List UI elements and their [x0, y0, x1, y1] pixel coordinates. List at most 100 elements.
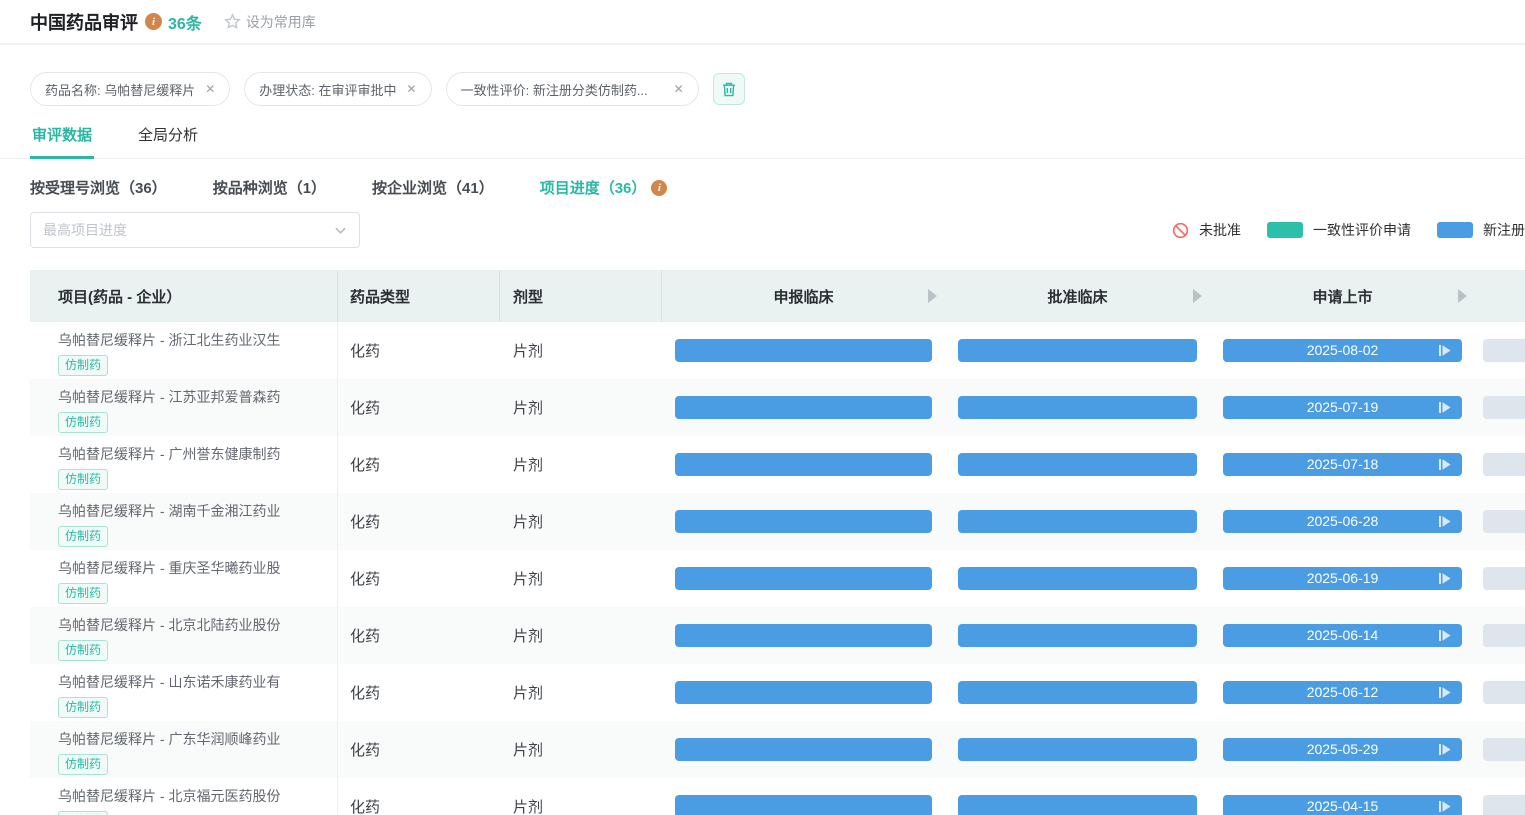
- step-forward-icon[interactable]: [1438, 685, 1452, 700]
- project-name[interactable]: 乌帕替尼缓释片 - 广东华润顺峰药业: [58, 729, 337, 749]
- title-info-icon[interactable]: i: [145, 13, 162, 30]
- clinical-approved-bar[interactable]: [958, 510, 1197, 533]
- next-stage-cell: [1475, 550, 1525, 607]
- market-apply-bar[interactable]: 2025-06-28: [1223, 510, 1462, 533]
- clinical-approved-bar[interactable]: [958, 396, 1197, 419]
- close-icon[interactable]: ✕: [407, 82, 417, 96]
- market-apply-date: 2025-06-28: [1307, 513, 1379, 529]
- clinical-approved-bar[interactable]: [958, 624, 1197, 647]
- step-forward-icon[interactable]: [1438, 742, 1452, 757]
- toolbar: 最高项目进度 未批准 一致性评价申请 新注册: [0, 212, 1525, 248]
- clinical-approved-bar[interactable]: [958, 738, 1197, 761]
- clinical-submit-bar[interactable]: [675, 738, 932, 761]
- step-forward-icon[interactable]: [1438, 343, 1452, 358]
- table-row[interactable]: 乌帕替尼缓释片 - 北京福元医药股份 仿制药 化药 片剂 2025-04-15: [30, 778, 1525, 815]
- generic-drug-badge: 仿制药: [58, 697, 108, 718]
- tab-global-analysis[interactable]: 全局分析: [136, 116, 200, 158]
- next-stage-cell: [1475, 322, 1525, 379]
- next-stage-bar: [1483, 510, 1525, 533]
- market-apply-bar[interactable]: 2025-04-15: [1223, 795, 1462, 815]
- set-favorite-button[interactable]: 设为常用库: [224, 12, 316, 32]
- step-forward-icon[interactable]: [1438, 514, 1452, 529]
- step-forward-icon[interactable]: [1438, 628, 1452, 643]
- clinical-approved-bar[interactable]: [958, 681, 1197, 704]
- clinical-submit-bar[interactable]: [675, 339, 932, 362]
- project-name[interactable]: 乌帕替尼缓释片 - 江苏亚邦爱普森药: [58, 387, 337, 407]
- dosage-form-cell: 片剂: [500, 436, 662, 493]
- tab-review-data[interactable]: 审评数据: [30, 116, 94, 158]
- clinical-submit-bar[interactable]: [675, 567, 932, 590]
- project-name[interactable]: 乌帕替尼缓释片 - 北京北陆药业股份: [58, 615, 337, 635]
- project-name[interactable]: 乌帕替尼缓释片 - 北京福元医药股份: [58, 786, 337, 806]
- clinical-submit-bar[interactable]: [675, 510, 932, 533]
- project-name[interactable]: 乌帕替尼缓释片 - 山东诺禾康药业有: [58, 672, 337, 692]
- subtab-by-acceptance-no[interactable]: 按受理号浏览（36）: [30, 177, 167, 198]
- project-name[interactable]: 乌帕替尼缓释片 - 湖南千金湘江药业: [58, 501, 337, 521]
- market-apply-bar[interactable]: 2025-07-18: [1223, 453, 1462, 476]
- clinical-submit-bar[interactable]: [675, 453, 932, 476]
- project-cell: 乌帕替尼缓释片 - 江苏亚邦爱普森药 仿制药: [30, 379, 338, 436]
- table-row[interactable]: 乌帕替尼缓释片 - 浙江北生药业汉生 仿制药 化药 片剂 2025-08-02: [30, 322, 1525, 379]
- table-row[interactable]: 乌帕替尼缓释片 - 北京北陆药业股份 仿制药 化药 片剂 2025-06-14: [30, 607, 1525, 664]
- next-stage-bar: [1483, 624, 1525, 647]
- market-apply-bar[interactable]: 2025-06-12: [1223, 681, 1462, 704]
- close-icon[interactable]: ✕: [205, 82, 215, 96]
- step-forward-icon[interactable]: [1438, 799, 1452, 814]
- subtab-by-company[interactable]: 按企业浏览（41）: [372, 177, 494, 198]
- step-forward-icon[interactable]: [1438, 457, 1452, 472]
- market-apply-cell: 2025-08-02: [1210, 322, 1475, 379]
- clinical-submit-bar[interactable]: [675, 795, 932, 815]
- market-apply-bar[interactable]: 2025-06-14: [1223, 624, 1462, 647]
- clinical-approved-bar[interactable]: [958, 567, 1197, 590]
- filter-chips-row: 药品名称: 乌帕替尼缓释片 ✕ 办理状态: 在审评审批中 ✕ 一致性评价: 新注…: [30, 72, 1525, 106]
- stage-header-label: 申请上市: [1312, 286, 1372, 307]
- clinical-approved-bar[interactable]: [958, 795, 1197, 815]
- subtab-by-variety[interactable]: 按品种浏览（1）: [213, 177, 326, 198]
- legend-label: 新注册: [1483, 220, 1525, 240]
- page-header: 中国药品审评 i 36条 设为常用库: [0, 0, 1525, 45]
- expand-column-icon[interactable]: [928, 289, 937, 303]
- clinical-approved-bar[interactable]: [958, 453, 1197, 476]
- step-forward-icon[interactable]: [1438, 400, 1452, 415]
- clinical-submit-bar[interactable]: [675, 681, 932, 704]
- table-row[interactable]: 乌帕替尼缓释片 - 山东诺禾康药业有 仿制药 化药 片剂 2025-06-12: [30, 664, 1525, 721]
- table-row[interactable]: 乌帕替尼缓释片 - 湖南千金湘江药业 仿制药 化药 片剂 2025-06-28: [30, 493, 1525, 550]
- drug-type-cell: 化药: [338, 721, 500, 778]
- filter-chip-status: 办理状态: 在审评审批中 ✕: [244, 72, 431, 106]
- market-apply-bar[interactable]: 2025-06-19: [1223, 567, 1462, 590]
- expand-column-icon[interactable]: [1458, 289, 1467, 303]
- project-cell: 乌帕替尼缓释片 - 北京福元医药股份 仿制药: [30, 778, 338, 815]
- project-name[interactable]: 乌帕替尼缓释片 - 广州誉东健康制药: [58, 444, 337, 464]
- expand-column-icon[interactable]: [1193, 289, 1202, 303]
- clinical-submit-bar[interactable]: [675, 624, 932, 647]
- table-row[interactable]: 乌帕替尼缓释片 - 江苏亚邦爱普森药 仿制药 化药 片剂 2025-07-19: [30, 379, 1525, 436]
- main-tabs: 审评数据 全局分析: [0, 116, 1525, 159]
- next-stage-cell: [1475, 607, 1525, 664]
- project-name[interactable]: 乌帕替尼缓释片 - 重庆圣华曦药业股: [58, 558, 337, 578]
- table-row[interactable]: 乌帕替尼缓释片 - 广州誉东健康制药 仿制药 化药 片剂 2025-07-18: [30, 436, 1525, 493]
- project-name[interactable]: 乌帕替尼缓释片 - 浙江北生药业汉生: [58, 330, 337, 350]
- result-count: 36条: [168, 10, 202, 34]
- next-stage-bar: [1483, 681, 1525, 704]
- clinical-approved-cell: [945, 322, 1210, 379]
- step-forward-icon[interactable]: [1438, 571, 1452, 586]
- close-icon[interactable]: ✕: [674, 82, 684, 96]
- filter-chip-drug-name: 药品名称: 乌帕替尼缓释片 ✕: [30, 72, 230, 106]
- table-row[interactable]: 乌帕替尼缓释片 - 重庆圣华曦药业股 仿制药 化药 片剂 2025-06-19: [30, 550, 1525, 607]
- clinical-approved-bar[interactable]: [958, 339, 1197, 362]
- market-apply-bar[interactable]: 2025-08-02: [1223, 339, 1462, 362]
- drug-type-cell: 化药: [338, 436, 500, 493]
- generic-drug-badge: 仿制药: [58, 412, 108, 433]
- subtab-project-progress[interactable]: 项目进度（36） i: [540, 177, 668, 198]
- clinical-submit-cell: [662, 322, 945, 379]
- max-progress-select[interactable]: 最高项目进度: [30, 212, 360, 248]
- market-apply-bar[interactable]: 2025-05-29: [1223, 738, 1462, 761]
- clear-filters-button[interactable]: [713, 73, 745, 105]
- stage-header-label: 批准临床: [1047, 286, 1107, 307]
- progress-info-icon[interactable]: i: [651, 180, 667, 196]
- clinical-submit-cell: [662, 493, 945, 550]
- table-row[interactable]: 乌帕替尼缓释片 - 广东华润顺峰药业 仿制药 化药 片剂 2025-05-29: [30, 721, 1525, 778]
- clinical-submit-bar[interactable]: [675, 396, 932, 419]
- market-apply-date: 2025-08-02: [1307, 342, 1379, 358]
- market-apply-bar[interactable]: 2025-07-19: [1223, 396, 1462, 419]
